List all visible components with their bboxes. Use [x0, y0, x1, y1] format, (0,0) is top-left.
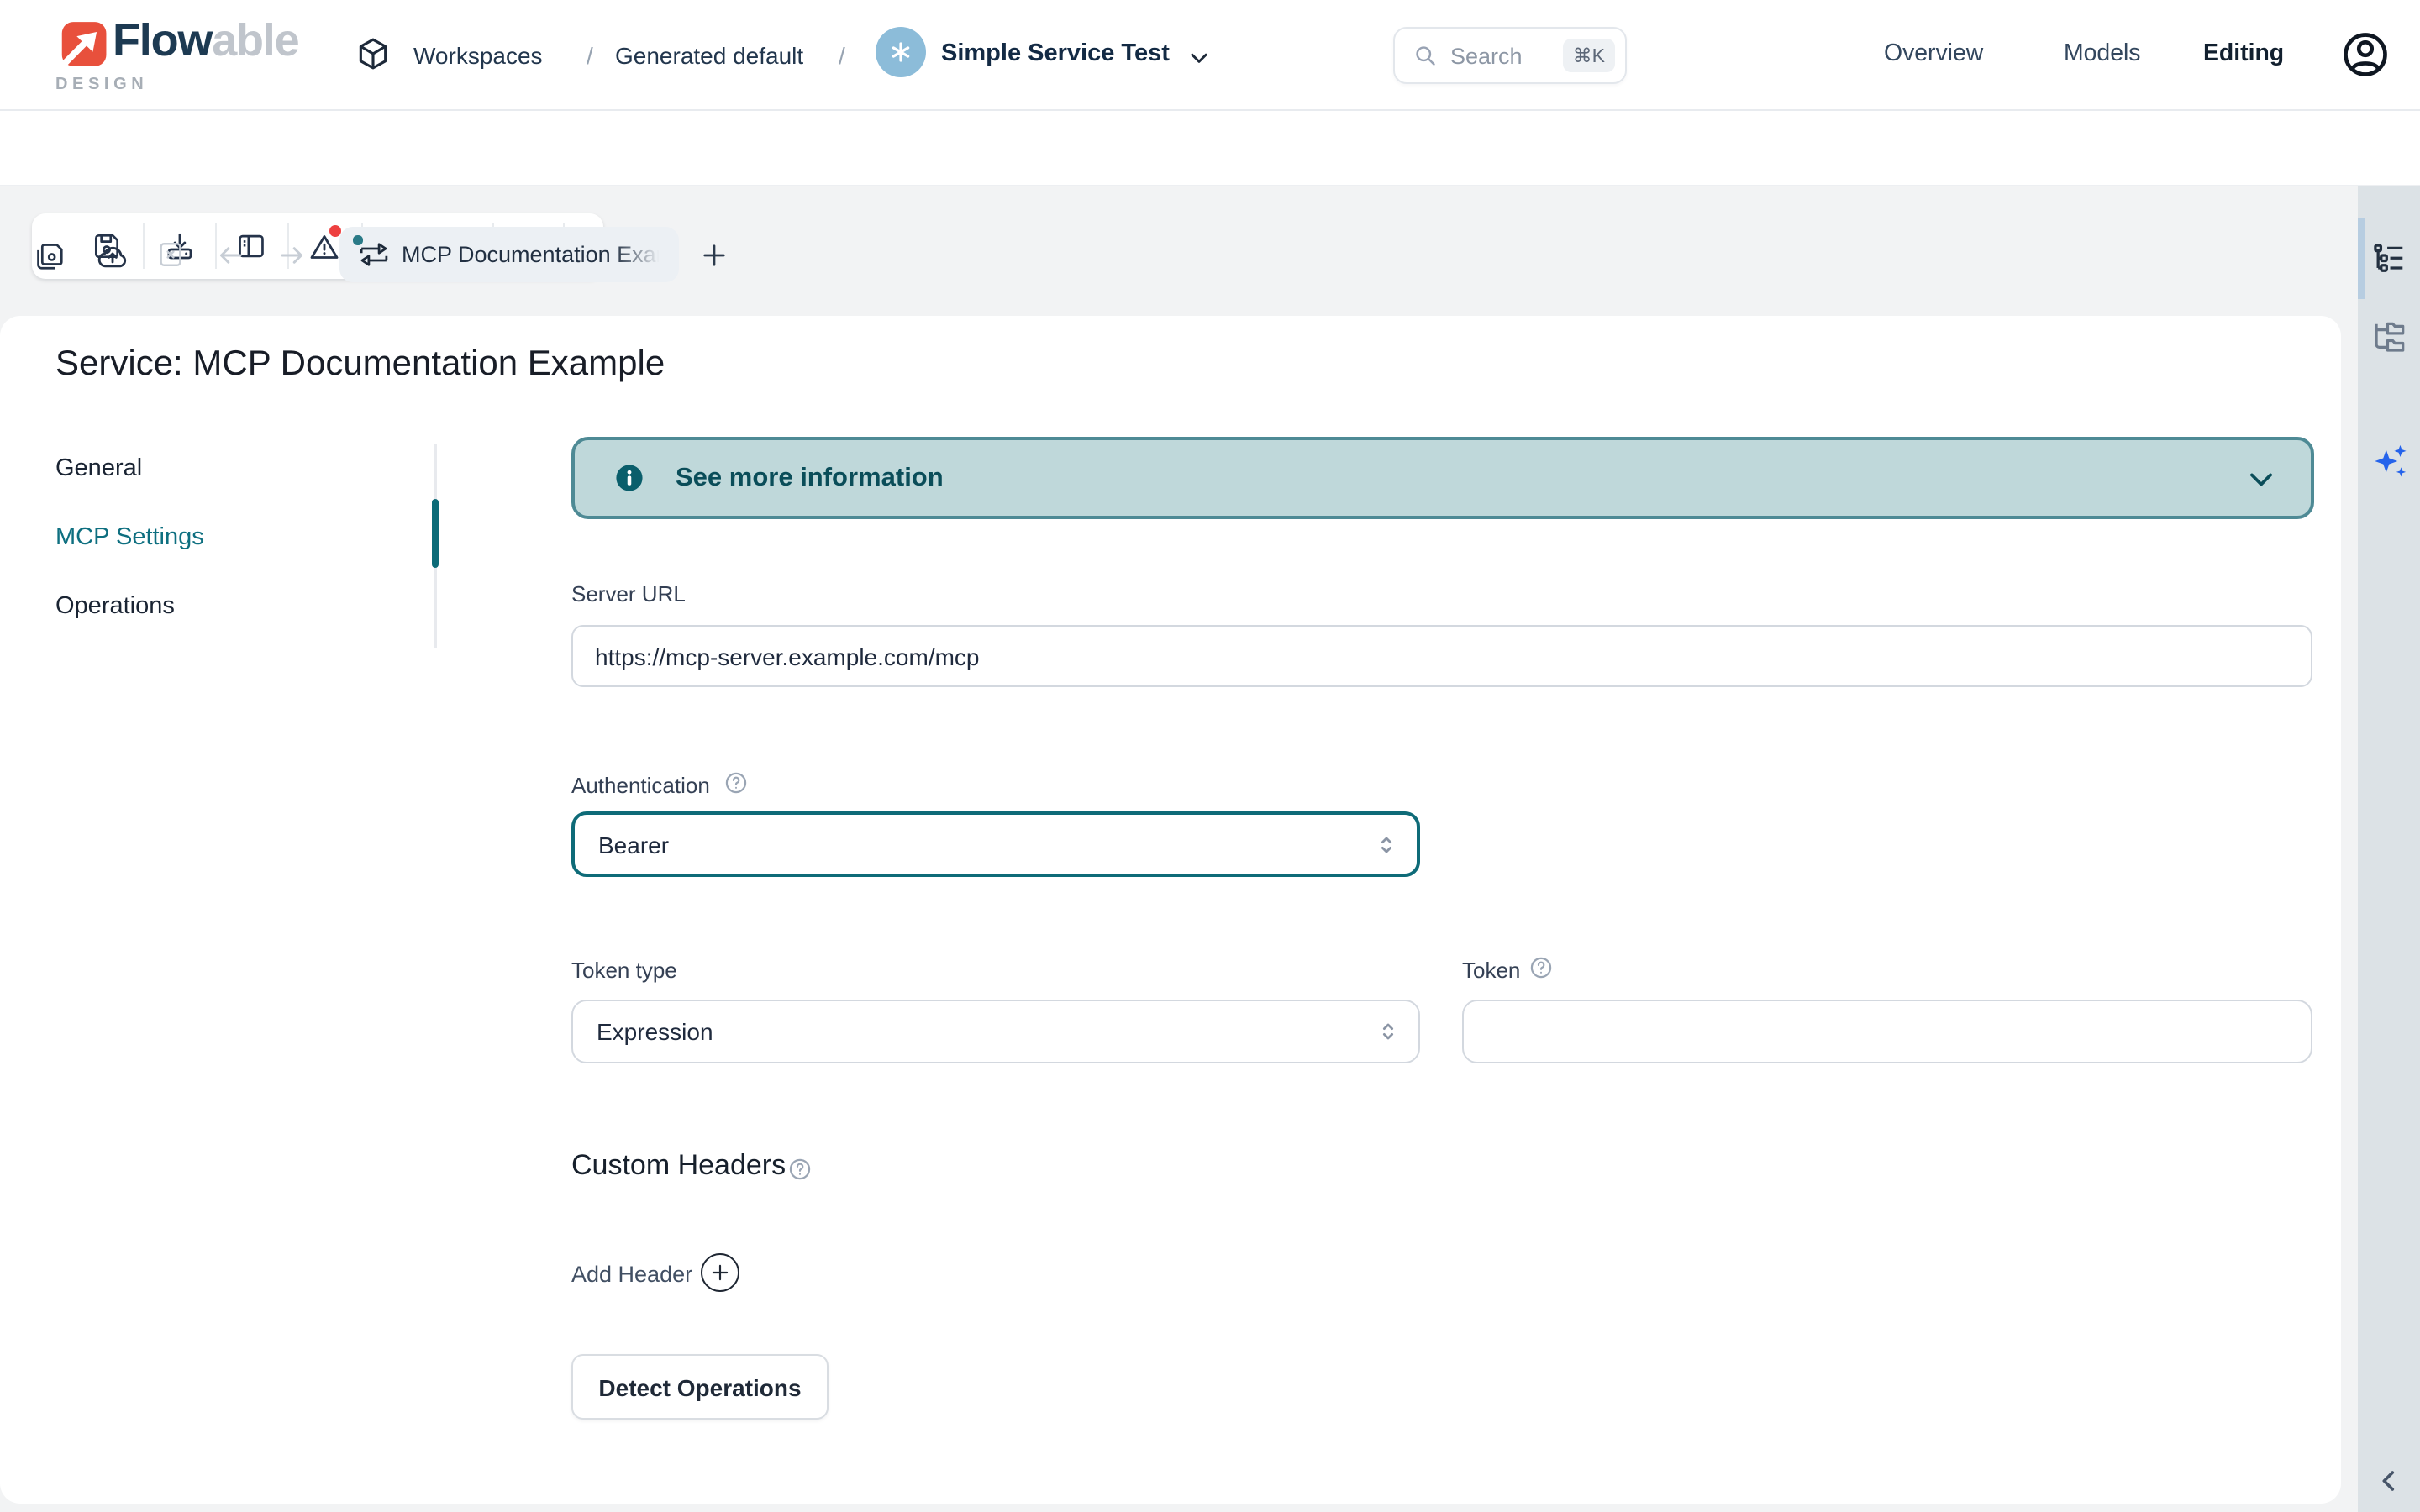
logo-flow: Flow: [113, 15, 212, 66]
publish-cloud-upload-icon[interactable]: [96, 240, 129, 274]
tab-label: MCP Documentation Example: [402, 242, 667, 267]
search-shortcut-badge: ⌘K: [1563, 39, 1615, 72]
custom-headers-heading: Custom Headers: [571, 1149, 786, 1183]
sidebar-item-general[interactable]: General: [55, 455, 142, 482]
user-avatar-icon[interactable]: [2339, 29, 2391, 81]
token-label: Token: [1462, 958, 1520, 983]
banner-text: See more information: [676, 463, 944, 493]
add-header-plus-button[interactable]: [701, 1253, 739, 1292]
search-icon: [1413, 44, 1437, 67]
detect-operations-button[interactable]: Detect Operations: [571, 1354, 829, 1420]
close-model-icon: [156, 240, 185, 269]
model-tab-strip: MCP Documentation Example: [0, 109, 2420, 186]
new-tab-plus-icon[interactable]: [699, 240, 729, 270]
right-rail: [2358, 185, 2420, 1512]
token-help-icon[interactable]: [1529, 956, 1553, 979]
token-input[interactable]: [1462, 1000, 2312, 1063]
custom-headers-help-icon[interactable]: [788, 1158, 812, 1181]
undo-back-arrow-icon: [215, 240, 245, 270]
breadcrumb-separator: /: [587, 42, 593, 69]
nav-models[interactable]: Models: [2064, 40, 2141, 67]
search-input[interactable]: Search ⌘K: [1393, 27, 1627, 84]
breadcrumb-folder[interactable]: Generated default: [615, 42, 803, 69]
authentication-value: Bearer: [598, 831, 669, 858]
service-model-icon: [356, 242, 392, 267]
sidebar-item-operations[interactable]: Operations: [55, 593, 175, 620]
authentication-label: Authentication: [571, 773, 710, 798]
logo-able: able: [212, 15, 298, 66]
token-type-select[interactable]: Expression: [571, 1000, 1420, 1063]
collapse-chevron-left-icon[interactable]: [2375, 1467, 2403, 1495]
ai-sparkles-icon[interactable]: [2370, 440, 2412, 482]
folder-tree-icon[interactable]: [2370, 319, 2408, 358]
flowable-logo-icon[interactable]: [55, 20, 108, 72]
token-type-value: Expression: [597, 1018, 713, 1045]
flowable-logo-text[interactable]: Flowable: [113, 15, 298, 67]
flowable-design-app: Flowable DESIGN Workspaces / Generated d…: [0, 0, 2420, 1512]
see-more-information-banner[interactable]: See more information: [571, 437, 2314, 519]
save-all-icon[interactable]: [34, 240, 66, 272]
search-placeholder: Search: [1450, 43, 1523, 68]
info-icon: [615, 464, 644, 492]
rail-scroll-indicator: [2358, 218, 2364, 299]
token-type-label: Token type: [571, 958, 677, 983]
side-nav-active-indicator: [432, 499, 438, 568]
breadcrumb-separator-2: /: [839, 42, 845, 69]
tab-mcp-documentation-example[interactable]: MCP Documentation Example: [339, 227, 679, 282]
validation-warning-icon[interactable]: [308, 230, 341, 264]
model-chevron-down-icon[interactable]: [1186, 45, 1212, 71]
toolbar-divider: [143, 223, 145, 269]
redo-forward-arrow-icon: [277, 240, 308, 270]
breadcrumb-model-name[interactable]: Simple Service Test: [941, 40, 1170, 67]
top-navbar: Flowable DESIGN Workspaces / Generated d…: [0, 0, 2420, 111]
select-updown-icon: [1375, 1018, 1402, 1045]
sidebar-item-mcp-settings[interactable]: MCP Settings: [55, 524, 204, 551]
authentication-help-icon[interactable]: [724, 771, 748, 795]
select-updown-icon: [1373, 831, 1400, 858]
server-url-input[interactable]: [571, 625, 2312, 687]
logo-subtitle: DESIGN: [55, 76, 148, 94]
page-title: Service: MCP Documentation Example: [55, 344, 665, 385]
nav-editing[interactable]: Editing: [2203, 40, 2284, 67]
tree-list-icon[interactable]: [2370, 240, 2408, 279]
breadcrumb-workspaces[interactable]: Workspaces: [413, 42, 543, 69]
workspace-cube-icon: [355, 35, 392, 72]
nav-overview[interactable]: Overview: [1884, 40, 1983, 67]
banner-chevron-down-icon[interactable]: [2245, 464, 2277, 496]
authentication-select[interactable]: Bearer: [571, 811, 1420, 877]
add-header-label: Add Header: [571, 1262, 692, 1287]
server-url-label: Server URL: [571, 581, 686, 606]
model-avatar-asterisk-icon: [876, 27, 926, 77]
